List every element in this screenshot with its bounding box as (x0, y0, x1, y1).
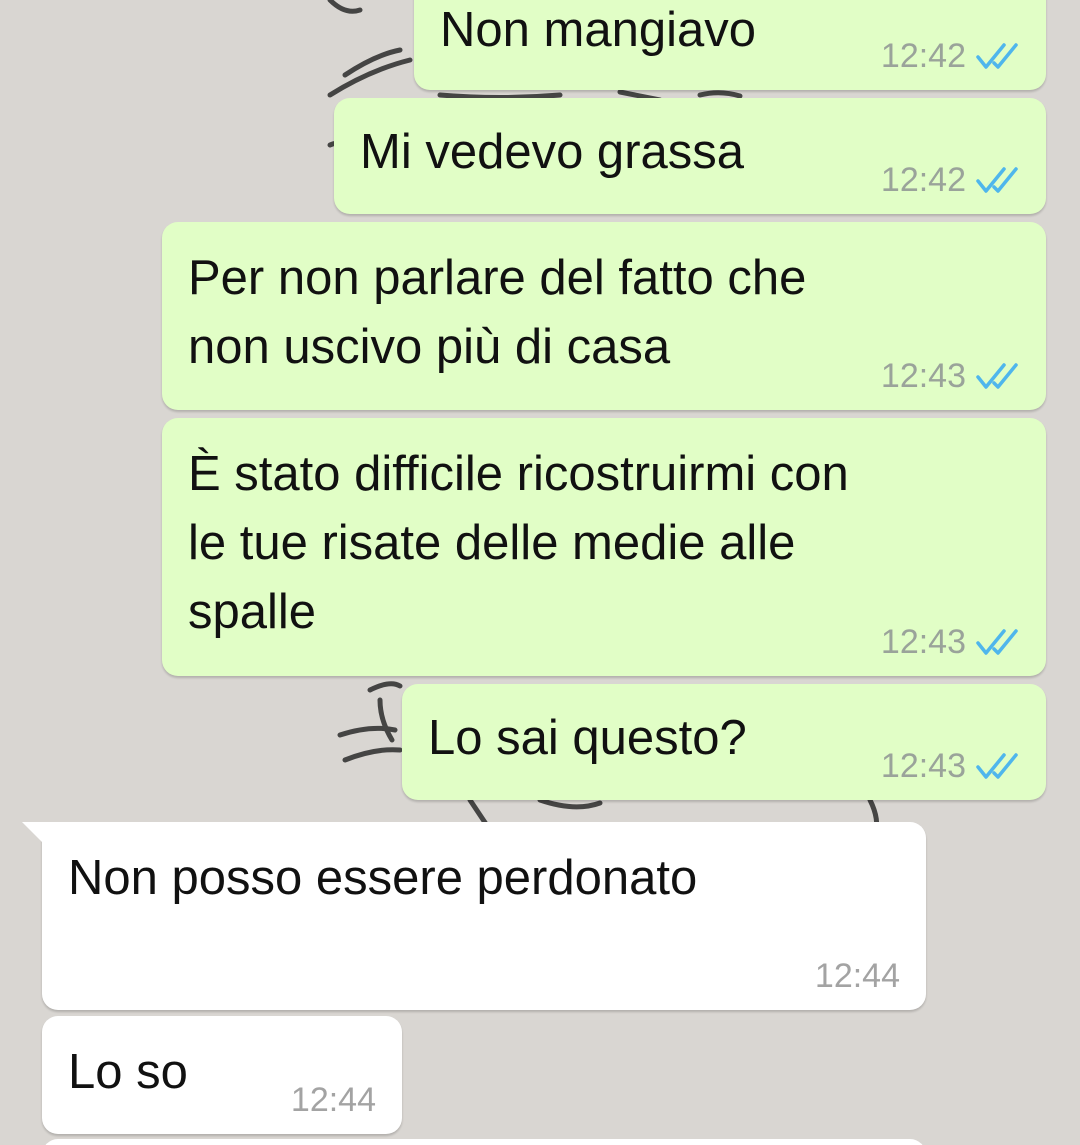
message-time: 12:43 (880, 623, 966, 661)
message-meta: 12:44 (815, 956, 900, 996)
message-text: Non posso essere perdonato (68, 851, 698, 905)
message-text: È stato difficile ricostruirmi con le tu… (188, 447, 849, 639)
message-time: 12:42 (880, 37, 966, 75)
message-time: 12:44 (290, 1081, 376, 1119)
message-bubble-outgoing[interactable]: Non mangiavo 12:42 (414, 0, 1046, 90)
message-meta: 12:43 (881, 622, 1020, 662)
read-double-check-icon (976, 167, 1018, 193)
read-double-check-icon (976, 629, 1018, 655)
message-bubble-incoming[interactable]: Non posso essere perdonato 12:44 (22, 822, 926, 1010)
message-bubble-outgoing[interactable]: Per non parlare del fatto che non uscivo… (162, 222, 1046, 410)
message-bubble-incoming-partial[interactable] (42, 1139, 926, 1145)
bubble-tail (22, 822, 52, 852)
message-time: 12:42 (880, 161, 966, 199)
message-meta: 12:42 (881, 160, 1020, 200)
message-bubble-outgoing[interactable]: Mi vedevo grassa 12:42 (334, 98, 1046, 214)
read-double-check-icon (976, 43, 1018, 69)
message-bubble-incoming[interactable]: Lo so 12:44 (42, 1016, 402, 1134)
message-meta: 12:44 (291, 1080, 376, 1120)
message-text: Per non parlare del fatto che non uscivo… (188, 251, 807, 374)
chat-view[interactable]: Non mangiavo 12:42 Mi vedevo grassa 12:4… (0, 0, 1080, 1145)
message-text: Non mangiavo (440, 3, 756, 57)
message-text: Lo sai questo? (428, 711, 747, 765)
read-double-check-icon (976, 753, 1018, 779)
message-text: Mi vedevo grassa (360, 125, 745, 179)
message-time: 12:44 (814, 957, 900, 995)
message-text: Lo so (68, 1045, 188, 1099)
message-time: 12:43 (880, 747, 966, 785)
message-meta: 12:42 (881, 36, 1020, 76)
message-bubble-outgoing[interactable]: Lo sai questo? 12:43 (402, 684, 1046, 800)
read-double-check-icon (976, 363, 1018, 389)
message-meta: 12:43 (881, 356, 1020, 396)
message-bubble-outgoing[interactable]: È stato difficile ricostruirmi con le tu… (162, 418, 1046, 676)
message-meta: 12:43 (881, 746, 1020, 786)
message-time: 12:43 (880, 357, 966, 395)
